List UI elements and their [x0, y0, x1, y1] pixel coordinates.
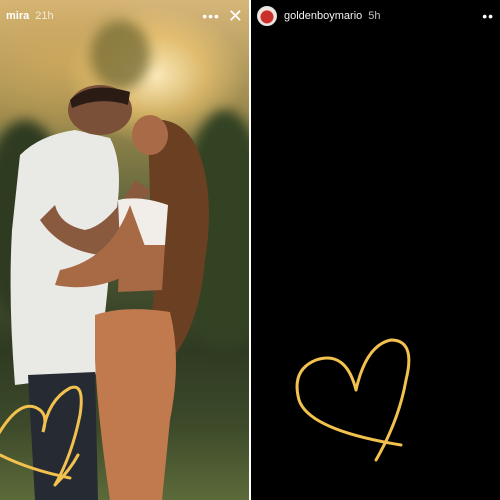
close-icon[interactable]: ✕ — [228, 7, 243, 25]
username[interactable]: mira — [6, 10, 29, 22]
header-actions: •• — [482, 9, 494, 23]
right-story[interactable]: goldenboymario 5h •• — [251, 0, 500, 500]
more-horizontal-icon[interactable]: ••• — [202, 9, 220, 23]
post-time: 21h — [35, 10, 54, 22]
heart-sticker-icon[interactable] — [291, 335, 421, 475]
heart-sticker-icon[interactable] — [0, 360, 90, 490]
left-story-header: mira 21h ••• ✕ — [0, 0, 249, 32]
avatar[interactable] — [257, 6, 277, 26]
header-actions: ••• ✕ — [202, 7, 243, 25]
right-story-header: goldenboymario 5h •• — [251, 0, 500, 32]
more-horizontal-icon[interactable]: •• — [482, 9, 494, 23]
username[interactable]: goldenboymario — [284, 10, 362, 22]
post-time: 5h — [368, 10, 381, 22]
left-story[interactable]: mira 21h ••• ✕ — [0, 0, 249, 500]
